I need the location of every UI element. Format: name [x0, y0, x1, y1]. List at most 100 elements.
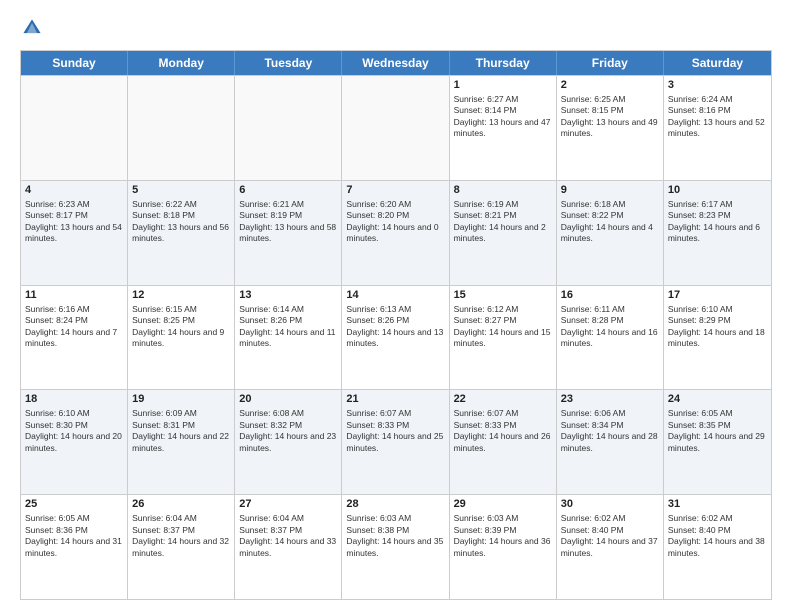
day-number: 31	[668, 498, 767, 510]
day-cell-1: 1 Sunrise: 6:27 AM Sunset: 8:14 PM Daylig…	[450, 76, 557, 180]
day-number: 11	[25, 289, 123, 301]
cell-info: Sunrise: 6:25 AM Sunset: 8:15 PM Dayligh…	[561, 94, 659, 140]
cell-info: Sunrise: 6:04 AM Sunset: 8:37 PM Dayligh…	[239, 513, 337, 559]
cell-info: Sunrise: 6:15 AM Sunset: 8:25 PM Dayligh…	[132, 304, 230, 350]
day-cell-18: 18Sunrise: 6:10 AM Sunset: 8:30 PM Dayli…	[21, 390, 128, 494]
day-number: 21	[346, 393, 444, 405]
day-number: 2	[561, 79, 659, 91]
cell-info: Sunrise: 6:19 AM Sunset: 8:21 PM Dayligh…	[454, 199, 552, 245]
calendar: SundayMondayTuesdayWednesdayThursdayFrid…	[20, 50, 772, 600]
day-cell-6: 6 Sunrise: 6:21 AM Sunset: 8:19 PM Daylig…	[235, 181, 342, 285]
cell-info: Sunrise: 6:03 AM Sunset: 8:38 PM Dayligh…	[346, 513, 444, 559]
day-cell-14: 14 Sunrise: 6:13 AM Sunset: 8:26 PM Dayli…	[342, 286, 449, 390]
day-number: 28	[346, 498, 444, 510]
day-cell-8: 8 Sunrise: 6:19 AM Sunset: 8:21 PM Daylig…	[450, 181, 557, 285]
day-cell-23: 23Sunrise: 6:06 AM Sunset: 8:34 PM Dayli…	[557, 390, 664, 494]
day-number: 15	[454, 289, 552, 301]
day-number: 13	[239, 289, 337, 301]
cell-info: Sunrise: 6:27 AM Sunset: 8:14 PM Dayligh…	[454, 94, 552, 140]
day-number: 22	[454, 393, 552, 405]
cell-info: Sunrise: 6:07 AM Sunset: 8:33 PM Dayligh…	[454, 408, 552, 454]
day-number: 30	[561, 498, 659, 510]
day-number: 24	[668, 393, 767, 405]
day-cell-25: 25Sunrise: 6:05 AM Sunset: 8:36 PM Dayli…	[21, 495, 128, 599]
day-number: 3	[668, 79, 767, 91]
day-cell-30: 30Sunrise: 6:02 AM Sunset: 8:40 PM Dayli…	[557, 495, 664, 599]
day-cell-4: 4 Sunrise: 6:23 AM Sunset: 8:17 PM Daylig…	[21, 181, 128, 285]
cell-info: Sunrise: 6:13 AM Sunset: 8:26 PM Dayligh…	[346, 304, 444, 350]
day-cell-15: 15 Sunrise: 6:12 AM Sunset: 8:27 PM Dayli…	[450, 286, 557, 390]
logo-icon	[20, 16, 44, 40]
day-number: 27	[239, 498, 337, 510]
cell-info: Sunrise: 6:14 AM Sunset: 8:26 PM Dayligh…	[239, 304, 337, 350]
cell-info: Sunrise: 6:09 AM Sunset: 8:31 PM Dayligh…	[132, 408, 230, 454]
day-number: 6	[239, 184, 337, 196]
cell-info: Sunrise: 6:10 AM Sunset: 8:29 PM Dayligh…	[668, 304, 767, 350]
calendar-row-1: 4 Sunrise: 6:23 AM Sunset: 8:17 PM Daylig…	[21, 180, 771, 285]
weekday-header-sunday: Sunday	[21, 51, 128, 75]
day-cell-12: 12 Sunrise: 6:15 AM Sunset: 8:25 PM Dayli…	[128, 286, 235, 390]
weekday-header-thursday: Thursday	[450, 51, 557, 75]
day-number: 17	[668, 289, 767, 301]
empty-cell-r0c3	[342, 76, 449, 180]
day-number: 26	[132, 498, 230, 510]
day-cell-11: 11Sunrise: 6:16 AM Sunset: 8:24 PM Dayli…	[21, 286, 128, 390]
cell-info: Sunrise: 6:24 AM Sunset: 8:16 PM Dayligh…	[668, 94, 767, 140]
day-number: 9	[561, 184, 659, 196]
day-cell-10: 10 Sunrise: 6:17 AM Sunset: 8:23 PM Dayli…	[664, 181, 771, 285]
cell-info: Sunrise: 6:23 AM Sunset: 8:17 PM Dayligh…	[25, 199, 123, 245]
cell-info: Sunrise: 6:03 AM Sunset: 8:39 PM Dayligh…	[454, 513, 552, 559]
day-number: 4	[25, 184, 123, 196]
day-cell-28: 28 Sunrise: 6:03 AM Sunset: 8:38 PM Dayli…	[342, 495, 449, 599]
logo	[20, 16, 48, 40]
weekday-header-friday: Friday	[557, 51, 664, 75]
cell-info: Sunrise: 6:17 AM Sunset: 8:23 PM Dayligh…	[668, 199, 767, 245]
day-cell-20: 20Sunrise: 6:08 AM Sunset: 8:32 PM Dayli…	[235, 390, 342, 494]
weekday-header-monday: Monday	[128, 51, 235, 75]
day-number: 10	[668, 184, 767, 196]
day-number: 29	[454, 498, 552, 510]
weekday-header-tuesday: Tuesday	[235, 51, 342, 75]
cell-info: Sunrise: 6:04 AM Sunset: 8:37 PM Dayligh…	[132, 513, 230, 559]
cell-info: Sunrise: 6:07 AM Sunset: 8:33 PM Dayligh…	[346, 408, 444, 454]
day-cell-2: 2 Sunrise: 6:25 AM Sunset: 8:15 PM Daylig…	[557, 76, 664, 180]
cell-info: Sunrise: 6:06 AM Sunset: 8:34 PM Dayligh…	[561, 408, 659, 454]
calendar-row-4: 25Sunrise: 6:05 AM Sunset: 8:36 PM Dayli…	[21, 494, 771, 599]
day-number: 19	[132, 393, 230, 405]
day-cell-26: 26 Sunrise: 6:04 AM Sunset: 8:37 PM Dayli…	[128, 495, 235, 599]
day-number: 14	[346, 289, 444, 301]
day-number: 12	[132, 289, 230, 301]
day-cell-16: 16Sunrise: 6:11 AM Sunset: 8:28 PM Dayli…	[557, 286, 664, 390]
day-number: 16	[561, 289, 659, 301]
day-cell-27: 27 Sunrise: 6:04 AM Sunset: 8:37 PM Dayli…	[235, 495, 342, 599]
day-cell-13: 13 Sunrise: 6:14 AM Sunset: 8:26 PM Dayli…	[235, 286, 342, 390]
cell-info: Sunrise: 6:21 AM Sunset: 8:19 PM Dayligh…	[239, 199, 337, 245]
day-number: 5	[132, 184, 230, 196]
cell-info: Sunrise: 6:18 AM Sunset: 8:22 PM Dayligh…	[561, 199, 659, 245]
calendar-header: SundayMondayTuesdayWednesdayThursdayFrid…	[21, 51, 771, 75]
day-cell-9: 9 Sunrise: 6:18 AM Sunset: 8:22 PM Daylig…	[557, 181, 664, 285]
day-cell-22: 22 Sunrise: 6:07 AM Sunset: 8:33 PM Dayli…	[450, 390, 557, 494]
day-cell-31: 31 Sunrise: 6:02 AM Sunset: 8:40 PM Dayli…	[664, 495, 771, 599]
cell-info: Sunrise: 6:05 AM Sunset: 8:36 PM Dayligh…	[25, 513, 123, 559]
cell-info: Sunrise: 6:05 AM Sunset: 8:35 PM Dayligh…	[668, 408, 767, 454]
weekday-header-wednesday: Wednesday	[342, 51, 449, 75]
day-number: 20	[239, 393, 337, 405]
header	[20, 16, 772, 40]
day-cell-17: 17 Sunrise: 6:10 AM Sunset: 8:29 PM Dayli…	[664, 286, 771, 390]
day-number: 8	[454, 184, 552, 196]
cell-info: Sunrise: 6:20 AM Sunset: 8:20 PM Dayligh…	[346, 199, 444, 245]
calendar-row-3: 18Sunrise: 6:10 AM Sunset: 8:30 PM Dayli…	[21, 389, 771, 494]
day-cell-29: 29 Sunrise: 6:03 AM Sunset: 8:39 PM Dayli…	[450, 495, 557, 599]
cell-info: Sunrise: 6:02 AM Sunset: 8:40 PM Dayligh…	[668, 513, 767, 559]
cell-info: Sunrise: 6:12 AM Sunset: 8:27 PM Dayligh…	[454, 304, 552, 350]
calendar-row-2: 11Sunrise: 6:16 AM Sunset: 8:24 PM Dayli…	[21, 285, 771, 390]
empty-cell-r0c2	[235, 76, 342, 180]
day-cell-5: 5Sunrise: 6:22 AM Sunset: 8:18 PM Daylig…	[128, 181, 235, 285]
weekday-header-saturday: Saturday	[664, 51, 771, 75]
day-number: 1	[454, 79, 552, 91]
empty-cell-r0c0	[21, 76, 128, 180]
day-cell-7: 7Sunrise: 6:20 AM Sunset: 8:20 PM Daylig…	[342, 181, 449, 285]
calendar-row-0: 1 Sunrise: 6:27 AM Sunset: 8:14 PM Daylig…	[21, 75, 771, 180]
day-cell-21: 21 Sunrise: 6:07 AM Sunset: 8:33 PM Dayli…	[342, 390, 449, 494]
